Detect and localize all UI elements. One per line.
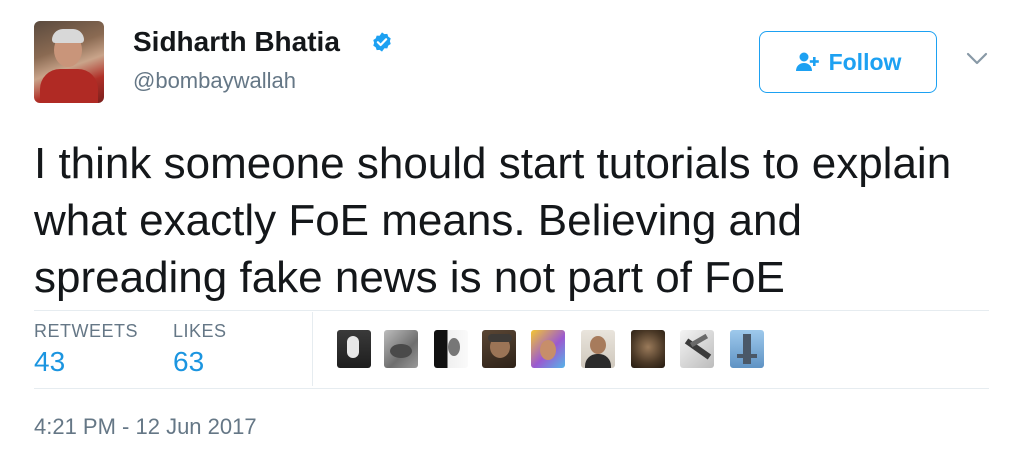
verified-badge-icon — [373, 32, 391, 52]
liker-avatar[interactable] — [581, 330, 615, 368]
likes-count[interactable]: 63 — [173, 346, 204, 378]
chevron-down-icon[interactable] — [966, 52, 988, 66]
liker-avatar[interactable] — [730, 330, 764, 368]
likes-label[interactable]: LIKES — [173, 321, 227, 342]
tweet-text: I think someone should start tutorials t… — [34, 139, 952, 302]
liker-avatar[interactable] — [384, 330, 418, 368]
stats-bottom-divider — [34, 388, 989, 389]
follow-button-label: Follow — [828, 48, 902, 75]
retweets-label[interactable]: RETWEETS — [34, 321, 138, 342]
stats-separator — [312, 312, 313, 386]
retweets-count[interactable]: 43 — [34, 346, 65, 378]
liker-avatar[interactable] — [434, 330, 468, 368]
liker-avatar[interactable] — [531, 330, 565, 368]
liker-avatar[interactable] — [680, 330, 714, 368]
avatar[interactable] — [34, 21, 104, 103]
liker-avatar[interactable] — [337, 330, 371, 368]
add-user-icon — [795, 52, 819, 71]
liker-avatar[interactable] — [482, 330, 516, 368]
author-name[interactable]: Sidharth Bhatia — [133, 26, 340, 58]
tweet-timestamp[interactable]: 4:21 PM - 12 Jun 2017 — [34, 414, 257, 440]
stats-top-divider — [34, 310, 989, 311]
follow-button[interactable]: Follow — [759, 31, 937, 93]
liker-avatar[interactable] — [631, 330, 665, 368]
author-handle[interactable]: @bombaywallah — [133, 68, 296, 94]
